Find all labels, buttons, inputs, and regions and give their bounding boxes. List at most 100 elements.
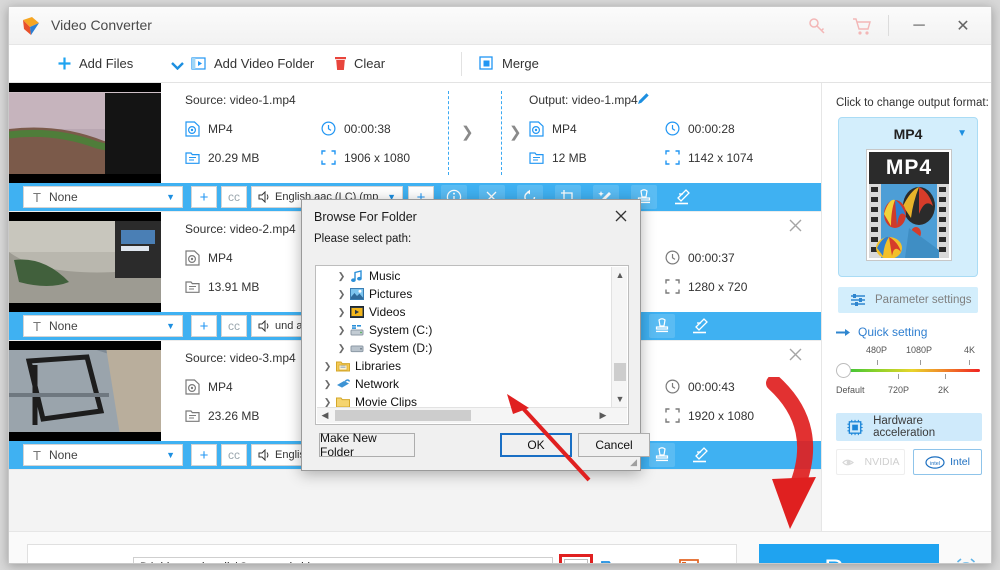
subtitle-edit-icon[interactable] — [687, 443, 713, 467]
tree-item-system-d[interactable]: ❯ System (D:) — [317, 339, 610, 357]
chevron-down-icon[interactable] — [171, 61, 184, 70]
hardware-acceleration-button[interactable]: Hardware acceleration — [836, 413, 982, 441]
subtitle-edit-icon[interactable] — [687, 314, 713, 338]
video-thumbnail[interactable] — [9, 83, 161, 183]
tree-item-videos[interactable]: ❯ Videos — [317, 303, 610, 321]
slider-track[interactable] — [844, 369, 980, 372]
resize-grip[interactable]: ◢ — [630, 457, 637, 468]
main-toolbar: Add Files Add Video Folder Clear Merge — [9, 45, 991, 83]
scroll-down-icon[interactable]: ▼ — [612, 391, 628, 407]
chevron-right-icon[interactable]: ❯ — [335, 271, 348, 282]
format-preview-thumbnail: MP4 — [867, 150, 951, 260]
output-folder-input[interactable] — [133, 557, 553, 563]
bottom-bar: Output folder: ▼ Run — [9, 531, 991, 564]
video-thumbnail[interactable] — [9, 212, 161, 312]
tree-item-movie-clips[interactable]: ❯ Movie Clips — [317, 393, 610, 407]
vertical-scroll-thumb[interactable] — [614, 363, 626, 381]
chevron-right-icon[interactable]: ❯ — [321, 361, 334, 372]
tree-item-pictures[interactable]: ❯ Pictures — [317, 285, 610, 303]
subtitle-select[interactable]: T None ▼ — [23, 444, 183, 466]
pencil-icon[interactable] — [636, 91, 651, 106]
cancel-button[interactable]: Cancel — [578, 433, 650, 457]
slider-knob[interactable] — [836, 363, 851, 378]
chevron-right-icon[interactable]: ❯ — [335, 289, 348, 300]
file-format-icon — [529, 121, 544, 137]
tree-item-network[interactable]: ❯ Network — [317, 375, 610, 393]
dialog-close-button[interactable] — [608, 205, 634, 227]
letterbox-top — [9, 212, 161, 221]
minimize-button[interactable]: ─ — [899, 13, 939, 39]
remove-row-button[interactable] — [787, 219, 803, 235]
file-format-icon — [185, 250, 200, 266]
sliders-icon — [851, 294, 865, 306]
chevron-right-icon[interactable]: ❯ — [321, 379, 334, 390]
chevron-right-icon[interactable]: ❯ — [335, 325, 348, 336]
intel-button[interactable]: intel Intel — [913, 449, 982, 475]
subtitle-select[interactable]: T None ▼ — [23, 186, 183, 208]
dialog-title: Browse For Folder — [314, 210, 417, 224]
folder-open-icon[interactable] — [601, 558, 625, 564]
chevron-down-icon: ▼ — [166, 321, 175, 331]
folder-tree[interactable]: ❯ Music ❯ Pictures ❯ Videos ❯ System (C:… — [315, 265, 629, 425]
scroll-up-icon[interactable]: ▲ — [612, 267, 628, 283]
output-format: MP4 — [529, 121, 577, 137]
add-video-folder-label: Add Video Folder — [214, 56, 315, 71]
text-icon: T — [33, 447, 41, 463]
add-video-folder-button[interactable]: Add Video Folder — [191, 56, 314, 71]
cc-icon[interactable]: cc — [221, 444, 247, 466]
nvidia-button[interactable]: NVIDIA — [836, 449, 905, 475]
add-subtitle-button[interactable]: + — [191, 444, 217, 466]
subtitle-edit-icon[interactable] — [669, 185, 695, 209]
subtitle-value: None — [48, 190, 78, 204]
titlebar-icon-group — [807, 15, 873, 37]
chevron-right-icon[interactable]: ❯ — [335, 307, 348, 318]
clear-button[interactable]: Clear — [334, 56, 385, 71]
merge-squares-icon — [479, 55, 493, 70]
scroll-left-icon[interactable]: ◀ — [317, 408, 333, 423]
chevron-right-icon[interactable]: ❯ — [321, 397, 334, 408]
horizontal-scroll-thumb[interactable] — [335, 410, 471, 421]
remove-row-button[interactable]: close-icon — [787, 90, 803, 106]
cc-icon[interactable]: cc — [221, 186, 247, 208]
run-button[interactable]: Run — [759, 544, 939, 563]
remove-row-button[interactable] — [787, 348, 803, 364]
cc-icon[interactable]: cc — [221, 315, 247, 337]
row-tool-icons — [649, 441, 713, 469]
tree-item-music[interactable]: ❯ Music — [317, 267, 610, 285]
tree-horizontal-scrollbar[interactable]: ◀ ▶ — [317, 407, 627, 423]
letterbox-bottom — [9, 432, 161, 441]
table-row[interactable]: Source: video-1.mp4 Output: video-1.mp4 … — [9, 83, 821, 212]
thumbnail-image — [9, 341, 161, 441]
make-new-folder-button[interactable]: Make New Folder — [319, 431, 415, 459]
parameter-settings-button[interactable]: Parameter settings — [838, 287, 978, 313]
output-format-label: MP4 — [552, 122, 577, 136]
tree-vertical-scrollbar[interactable]: ▲ ▼ — [611, 267, 627, 407]
chevron-down-icon[interactable]: ▼ — [957, 128, 967, 139]
merge-button[interactable]: Merge — [479, 55, 539, 72]
chevron-down-icon: ▼ — [166, 450, 175, 460]
open-file-icon[interactable] — [678, 558, 700, 564]
watermark-icon[interactable] — [649, 314, 675, 338]
tree-item-system-c[interactable]: ❯ System (C:) — [317, 321, 610, 339]
watermark-icon[interactable] — [649, 443, 675, 467]
folder-icon — [334, 395, 351, 407]
quality-slider[interactable]: 480P 1080P 4K Default 720P 2K — [836, 345, 982, 403]
output-format-card[interactable]: MP4 ▼ MP4 — [838, 117, 978, 277]
video-thumbnail[interactable] — [9, 341, 161, 441]
add-subtitle-button[interactable]: + — [191, 186, 217, 208]
drive-d-icon — [348, 341, 365, 356]
libraries-icon — [334, 359, 351, 374]
scroll-right-icon[interactable]: ▶ — [595, 408, 611, 423]
alarm-clock-icon[interactable] — [953, 557, 979, 564]
source-filesize-label: 13.91 MB — [208, 279, 260, 294]
key-icon[interactable] — [807, 15, 829, 37]
ok-button[interactable]: OK — [500, 433, 572, 457]
add-files-button[interactable]: Add Files — [57, 56, 133, 71]
chevron-right-icon[interactable]: ❯ — [335, 343, 348, 354]
close-button[interactable]: ✕ — [943, 13, 983, 39]
cart-icon[interactable] — [851, 15, 873, 37]
add-subtitle-button[interactable]: + — [191, 315, 217, 337]
tree-item-libraries[interactable]: ❯ Libraries — [317, 357, 610, 375]
subtitle-select[interactable]: T None ▼ — [23, 315, 183, 337]
chevron-right-icon: ❯ — [509, 124, 522, 141]
